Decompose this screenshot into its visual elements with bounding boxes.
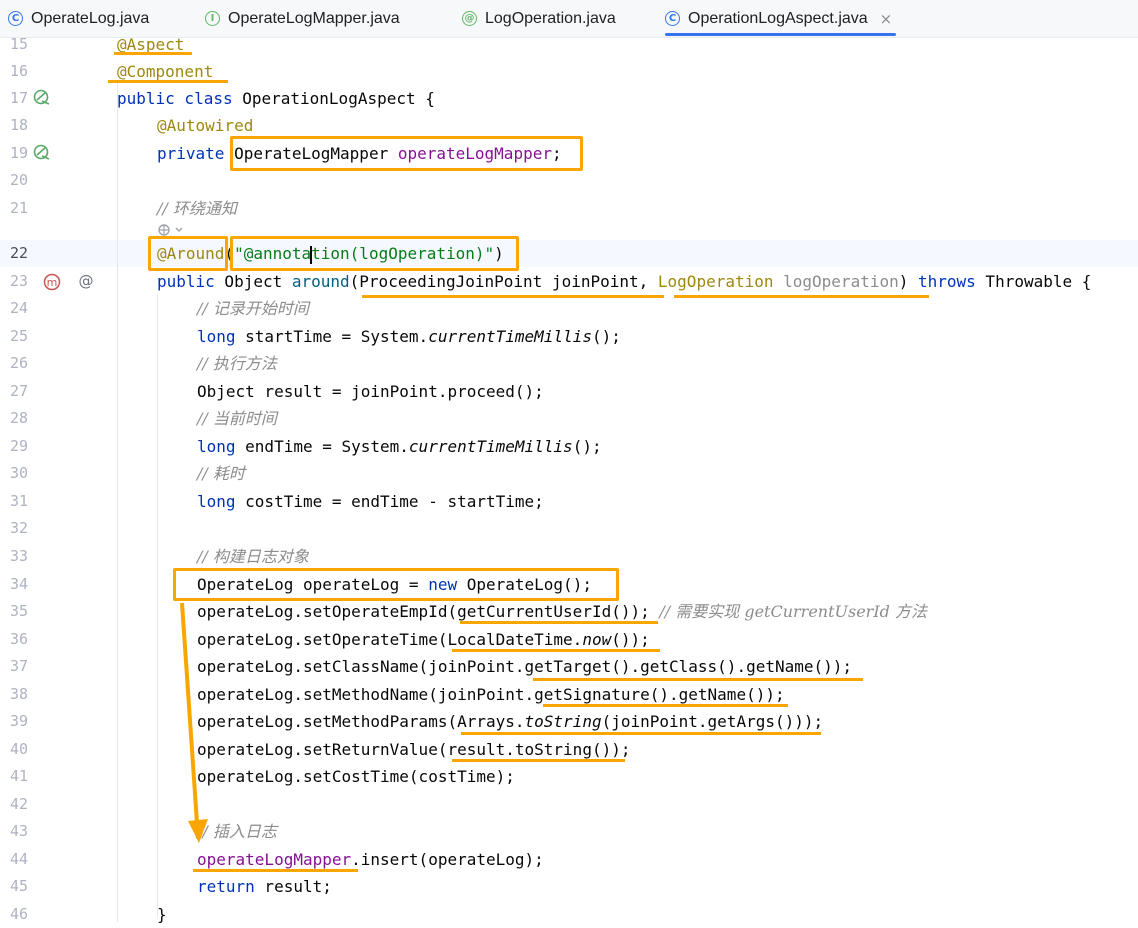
tab-operatelogmapper[interactable]: I OperateLogMapper.java bbox=[205, 0, 400, 37]
interface-icon: I bbox=[205, 11, 220, 26]
tab-logoperation[interactable]: @ LogOperation.java bbox=[462, 0, 616, 37]
tab-label: OperateLog.java bbox=[31, 9, 150, 27]
class-icon: C bbox=[8, 11, 23, 26]
annotation-icon: @ bbox=[462, 11, 477, 26]
code-editor[interactable]: 15 16 17 18 19 20 21 22 23 24 25 26 27 28 29 30 31 32 33 34… bbox=[0, 35, 1138, 924]
class-icon: C bbox=[665, 11, 680, 26]
tab-label: OperateLogMapper.java bbox=[228, 9, 400, 27]
tab-operationlogaspect[interactable]: C OperationLogAspect.java × bbox=[665, 0, 897, 37]
close-tab-icon[interactable]: × bbox=[880, 10, 893, 28]
tab-label: LogOperation.java bbox=[485, 9, 616, 27]
tab-label: OperationLogAspect.java bbox=[688, 9, 868, 27]
annotation-arrow bbox=[180, 602, 208, 843]
